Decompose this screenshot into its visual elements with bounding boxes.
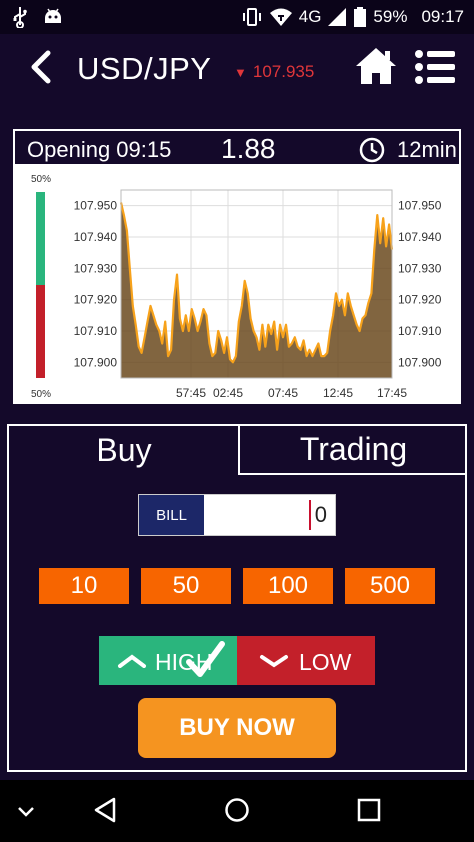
round-duration: 12min (397, 137, 457, 162)
menu-list-icon[interactable] (414, 48, 456, 86)
amount-500-button[interactable]: 500 (345, 568, 435, 604)
amount-10-button[interactable]: 10 (39, 568, 129, 604)
recents-square-icon[interactable] (357, 798, 381, 822)
amount-50-button[interactable]: 50 (141, 568, 231, 604)
y-tick-label-left: 107.950 (74, 199, 118, 213)
y-tick-label-right: 107.950 (398, 199, 442, 213)
currency-pair: USD/JPY (77, 51, 212, 86)
y-tick-label-left: 107.910 (74, 324, 118, 338)
y-tick-label-left: 107.920 (74, 293, 118, 307)
y-tick-label-right: 107.910 (398, 324, 442, 338)
network-type: 4G (298, 7, 322, 26)
y-tick-label-left: 107.930 (74, 261, 118, 275)
home-circle-icon[interactable] (224, 797, 250, 823)
signal-icon (328, 8, 347, 26)
sentiment-down-bar (36, 285, 45, 378)
y-tick-label-right: 107.940 (398, 230, 442, 244)
price-down-icon: ▼ (234, 65, 247, 80)
low-label: LOW (299, 649, 352, 675)
x-tick-label: 17:45 (377, 386, 407, 400)
y-tick-label-left: 107.940 (74, 230, 118, 244)
bill-label: BILL (139, 495, 204, 535)
usb-icon (13, 7, 27, 28)
x-tick-label: 57:45 (176, 386, 206, 400)
y-tick-label-right: 107.900 (398, 355, 442, 369)
x-tick-label: 12:45 (323, 386, 353, 400)
text-caret (309, 500, 311, 530)
sentiment-up-bar (36, 192, 45, 285)
battery-icon (354, 7, 367, 27)
battery-level: 59% (373, 7, 408, 26)
wifi-icon (269, 8, 292, 26)
price-chart: 50% 50% 107.950 107.950 107.940 107.940 107.93… (13, 166, 461, 404)
status-bar: 4G 59% 09:17 (0, 0, 474, 34)
price-chart-svg: 50% 50% 107.950 107.950 107.940 107.940 107.93… (31, 174, 442, 400)
header: USD/JPY ▼ 107.935 (0, 34, 474, 104)
home-icon[interactable] (354, 46, 398, 86)
checkmark-icon (186, 641, 225, 677)
chevron-down-icon (260, 655, 288, 668)
x-tick-label: 07:45 (268, 386, 298, 400)
system-nav-bar (0, 780, 474, 842)
y-tick-label-left: 107.900 (74, 355, 118, 369)
bill-field: BILL (138, 494, 336, 536)
opening-time: Opening 09:15 (27, 137, 172, 162)
vibrate-icon (242, 8, 261, 26)
y-tick-label-right: 107.930 (398, 261, 442, 275)
sentiment-bottom-label: 50% (31, 389, 51, 400)
buy-now-button[interactable]: BUY NOW (138, 698, 336, 758)
price-value: 107.935 (252, 62, 315, 81)
chevron-up-icon (118, 654, 146, 668)
tab-trading[interactable]: Trading (238, 426, 467, 475)
back-arrow-icon[interactable] (24, 48, 60, 86)
tab-buy[interactable]: Buy (9, 426, 239, 474)
current-price: ▼ 107.935 (234, 62, 314, 82)
x-tick-label: 02:45 (213, 386, 243, 400)
bill-amount-input[interactable] (209, 495, 329, 535)
round-info-bar: Opening 09:15 1.88 12min (13, 129, 461, 166)
android-icon (45, 8, 61, 23)
sentiment-top-label: 50% (31, 174, 51, 185)
y-tick-label-right: 107.920 (398, 293, 442, 307)
low-button[interactable]: LOW (237, 636, 375, 685)
back-triangle-icon[interactable] (92, 796, 118, 824)
amount-100-button[interactable]: 100 (243, 568, 333, 604)
clock-time: 09:17 (421, 7, 464, 26)
payout-rate: 1.88 (221, 133, 276, 164)
clock-icon (359, 137, 385, 163)
chevron-down-icon[interactable] (16, 804, 36, 818)
